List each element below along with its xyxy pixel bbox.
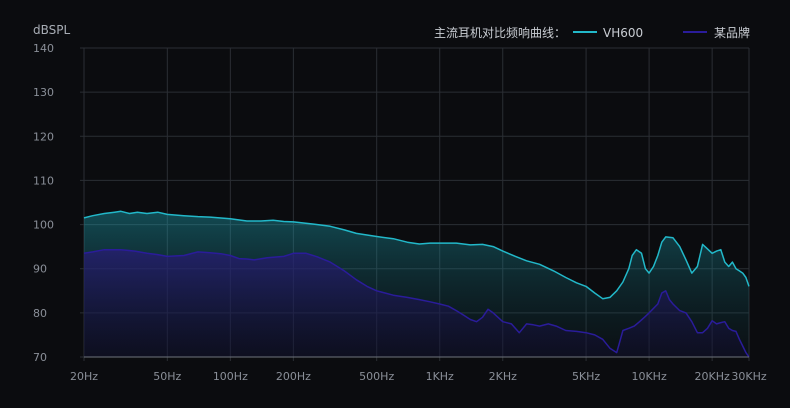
x-tick-label: 20Hz <box>70 370 98 383</box>
x-tick-label: 5KHz <box>572 370 600 383</box>
y-tick-label: 110 <box>33 174 54 187</box>
x-tick-label: 1KHz <box>426 370 454 383</box>
y-tick-label: 130 <box>33 86 54 99</box>
x-tick-label: 20KHz <box>694 370 729 383</box>
x-tick-label: 50Hz <box>153 370 181 383</box>
x-tick-label: 10KHz <box>631 370 666 383</box>
y-axis-unit-label: dBSPL <box>33 23 70 37</box>
legend-item-vh600[interactable]: VH600 <box>573 26 643 40</box>
legend-label-vh600: VH600 <box>603 26 643 40</box>
frequency-response-chart: dBSPL 70 80 90 100 110 120 130 140 20Hz 50Hz 100H… <box>33 23 767 383</box>
y-tick-label: 120 <box>33 130 54 143</box>
legend-item-brand[interactable]: 某品牌 <box>683 26 750 40</box>
x-tick-label: 500Hz <box>359 370 394 383</box>
x-tick-label: 100Hz <box>213 370 248 383</box>
x-tick-label: 200Hz <box>276 370 311 383</box>
y-tick-label: 100 <box>33 219 54 232</box>
x-axis-ticks: 20Hz 50Hz 100Hz 200Hz 500Hz 1KHz 2KHz 5KHz 10KHz… <box>70 370 767 383</box>
y-tick-label: 80 <box>33 307 47 320</box>
y-tick-label: 90 <box>33 263 47 276</box>
legend-title: 主流耳机对比频响曲线： <box>434 25 566 40</box>
y-tick-label: 140 <box>33 42 54 55</box>
legend-label-brand: 某品牌 <box>714 26 750 40</box>
x-tick-label: 2KHz <box>489 370 517 383</box>
x-tick-label: 30KHz <box>731 370 766 383</box>
legend: 主流耳机对比频响曲线： VH600 某品牌 <box>434 25 750 40</box>
y-tick-label: 70 <box>33 351 47 364</box>
y-axis-ticks: 70 80 90 100 110 120 130 140 <box>33 42 54 364</box>
